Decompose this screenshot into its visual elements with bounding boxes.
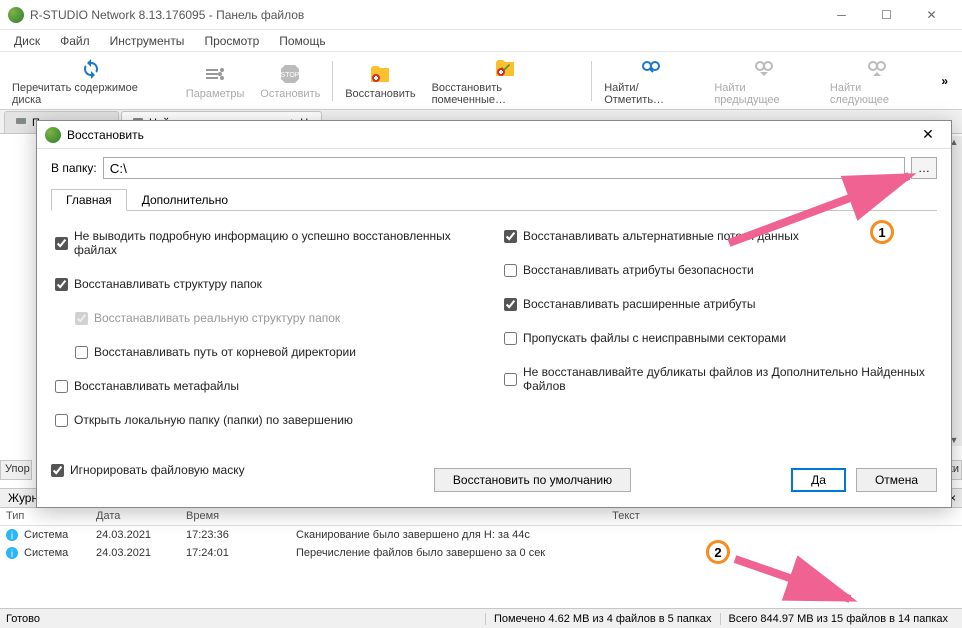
option-checkbox[interactable]: Пропускать файлы с неисправными секторам… — [504, 331, 933, 345]
close-button[interactable]: ✕ — [909, 1, 954, 29]
path-label: В папку: — [51, 161, 97, 175]
info-icon: i — [4, 545, 20, 561]
svg-text:STOP: STOP — [281, 72, 300, 79]
menu-item[interactable]: Инструменты — [102, 32, 193, 50]
toolbar-find-next: Найти следующее — [822, 52, 931, 109]
option-checkbox[interactable]: Открыть локальную папку (папки) по завер… — [55, 413, 484, 427]
toolbar-find-prev: Найти предыдущее — [706, 52, 822, 109]
log-row: iСистема24.03.202117:23:36Сканирование б… — [0, 526, 962, 544]
menu-item[interactable]: Помощь — [271, 32, 333, 50]
toolbar: Перечитать содержимое дискаПараметрыSTOP… — [0, 52, 962, 110]
titlebar: R-STUDIO Network 8.13.176095 - Панель фа… — [0, 0, 962, 30]
stop-icon: STOP — [278, 62, 302, 86]
menubar: ДискФайлИнструментыПросмотрПомощь — [0, 30, 962, 52]
drive-icon — [15, 115, 27, 130]
option-checkbox[interactable]: Восстанавливать альтернативные потоки да… — [504, 229, 933, 243]
toolbar-overflow[interactable]: » — [931, 74, 958, 88]
toolbar-recover[interactable]: Восстановить — [337, 52, 423, 109]
dialog-close-button[interactable]: ✕ — [913, 126, 943, 143]
status-total: Всего 844.97 MB из 15 файлов в 14 папках — [720, 613, 956, 625]
statusbar: Готово Помечено 4.62 MB из 4 файлов в 5 … — [0, 608, 962, 628]
toolbar-stop: STOPОстановить — [252, 52, 328, 109]
option-checkbox[interactable]: Восстанавливать атрибуты безопасности — [504, 263, 933, 277]
ok-button[interactable]: Да — [791, 468, 846, 492]
option-checkbox: Восстанавливать реальную структуру папок — [75, 311, 484, 325]
minimize-button[interactable]: ─ — [819, 1, 864, 29]
dialog-tab[interactable]: Главная — [51, 189, 127, 211]
find-icon — [639, 56, 663, 80]
toolbar-refresh[interactable]: Перечитать содержимое диска — [4, 52, 178, 109]
menu-item[interactable]: Просмотр — [196, 32, 267, 50]
dialog-icon — [45, 127, 61, 143]
refresh-icon — [79, 56, 103, 80]
ignore-mask-checkbox[interactable]: Игнорировать файловую маску — [51, 463, 245, 477]
dialog-tabstrip: ГлавнаяДополнительно — [51, 187, 937, 211]
menu-item[interactable]: Диск — [6, 32, 48, 50]
status-marked: Помечено 4.62 MB из 4 файлов в 5 папках — [485, 613, 720, 625]
window-title: R-STUDIO Network 8.13.176095 - Панель фа… — [30, 8, 819, 22]
option-checkbox[interactable]: Восстанавливать расширенные атрибуты — [504, 297, 933, 311]
recover-marked-icon — [493, 56, 517, 80]
option-checkbox[interactable]: Восстанавливать путь от корневой директо… — [75, 345, 484, 359]
menu-item[interactable]: Файл — [52, 32, 98, 50]
callout-1: 1 — [870, 220, 894, 244]
option-checkbox[interactable]: Не выводить подробную информацию о успеш… — [55, 229, 484, 257]
log-row: iСистема24.03.202117:24:01Перечисление ф… — [0, 544, 962, 562]
dialog-titlebar: Восстановить ✕ — [37, 121, 951, 149]
recover-icon — [368, 62, 392, 86]
log-header: Тип Дата Время Текст — [0, 508, 962, 526]
cancel-button[interactable]: Отмена — [856, 468, 937, 492]
option-checkbox[interactable]: Не восстанавливайте дубликаты файлов из … — [504, 365, 933, 393]
callout-2: 2 — [706, 540, 730, 564]
dialog-tab[interactable]: Дополнительно — [127, 188, 243, 210]
toolbar-recover-marked[interactable]: Восстановить помеченные… — [424, 52, 588, 109]
dialog-title: Восстановить — [67, 128, 144, 142]
find-next-icon — [865, 56, 889, 80]
path-input[interactable] — [103, 157, 905, 179]
toolbar-params: Параметры — [178, 52, 253, 109]
params-icon — [203, 62, 227, 86]
svg-text:i: i — [11, 549, 13, 560]
info-icon: i — [4, 527, 20, 543]
recover-dialog: Восстановить ✕ В папку: … ГлавнаяДополни… — [36, 120, 952, 508]
toolbar-find[interactable]: Найти/Отметить… — [596, 52, 706, 109]
option-checkbox[interactable]: Восстанавливать метафайлы — [55, 379, 484, 393]
svg-text:i: i — [11, 531, 13, 542]
app-icon — [8, 7, 24, 23]
maximize-button[interactable]: ☐ — [864, 1, 909, 29]
restore-defaults-button[interactable]: Восстановить по умолчанию — [434, 468, 631, 492]
find-prev-icon — [752, 56, 776, 80]
option-checkbox[interactable]: Восстанавливать структуру папок — [55, 277, 484, 291]
browse-button[interactable]: … — [911, 157, 937, 179]
status-ready: Готово — [6, 613, 485, 625]
clipped-label-left: Упор — [0, 460, 32, 480]
